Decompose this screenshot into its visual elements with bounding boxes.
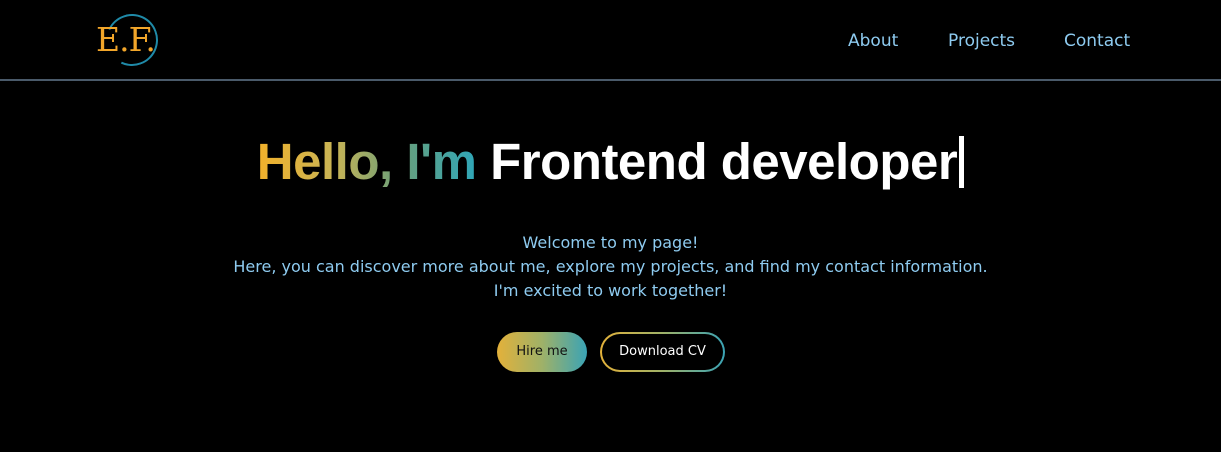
logo[interactable]: E.F. <box>96 20 156 60</box>
intro-line-welcome: Welcome to my page! <box>522 233 699 252</box>
intro-line-discover: Here, you can discover more about me, ex… <box>233 257 988 276</box>
site-header: E.F. About Projects Contact <box>0 0 1221 81</box>
hero-greeting: Hello, I'm <box>256 133 477 190</box>
nav-about-link[interactable]: About <box>848 30 898 52</box>
typing-cursor-icon <box>959 136 965 188</box>
download-cv-button[interactable]: Download CV <box>600 332 725 372</box>
nav-projects-link[interactable]: Projects <box>948 30 1015 52</box>
hero-intro: Welcome to my page! Here, you can discov… <box>0 231 1221 303</box>
hire-me-button[interactable]: Hire me <box>497 332 587 372</box>
intro-line-excited: I'm excited to work together! <box>493 281 728 300</box>
hero-title: Hello, I'm Frontend developer <box>0 131 1221 193</box>
hero-role: Frontend developer <box>490 133 958 190</box>
nav-contact-link[interactable]: Contact <box>1064 30 1130 52</box>
